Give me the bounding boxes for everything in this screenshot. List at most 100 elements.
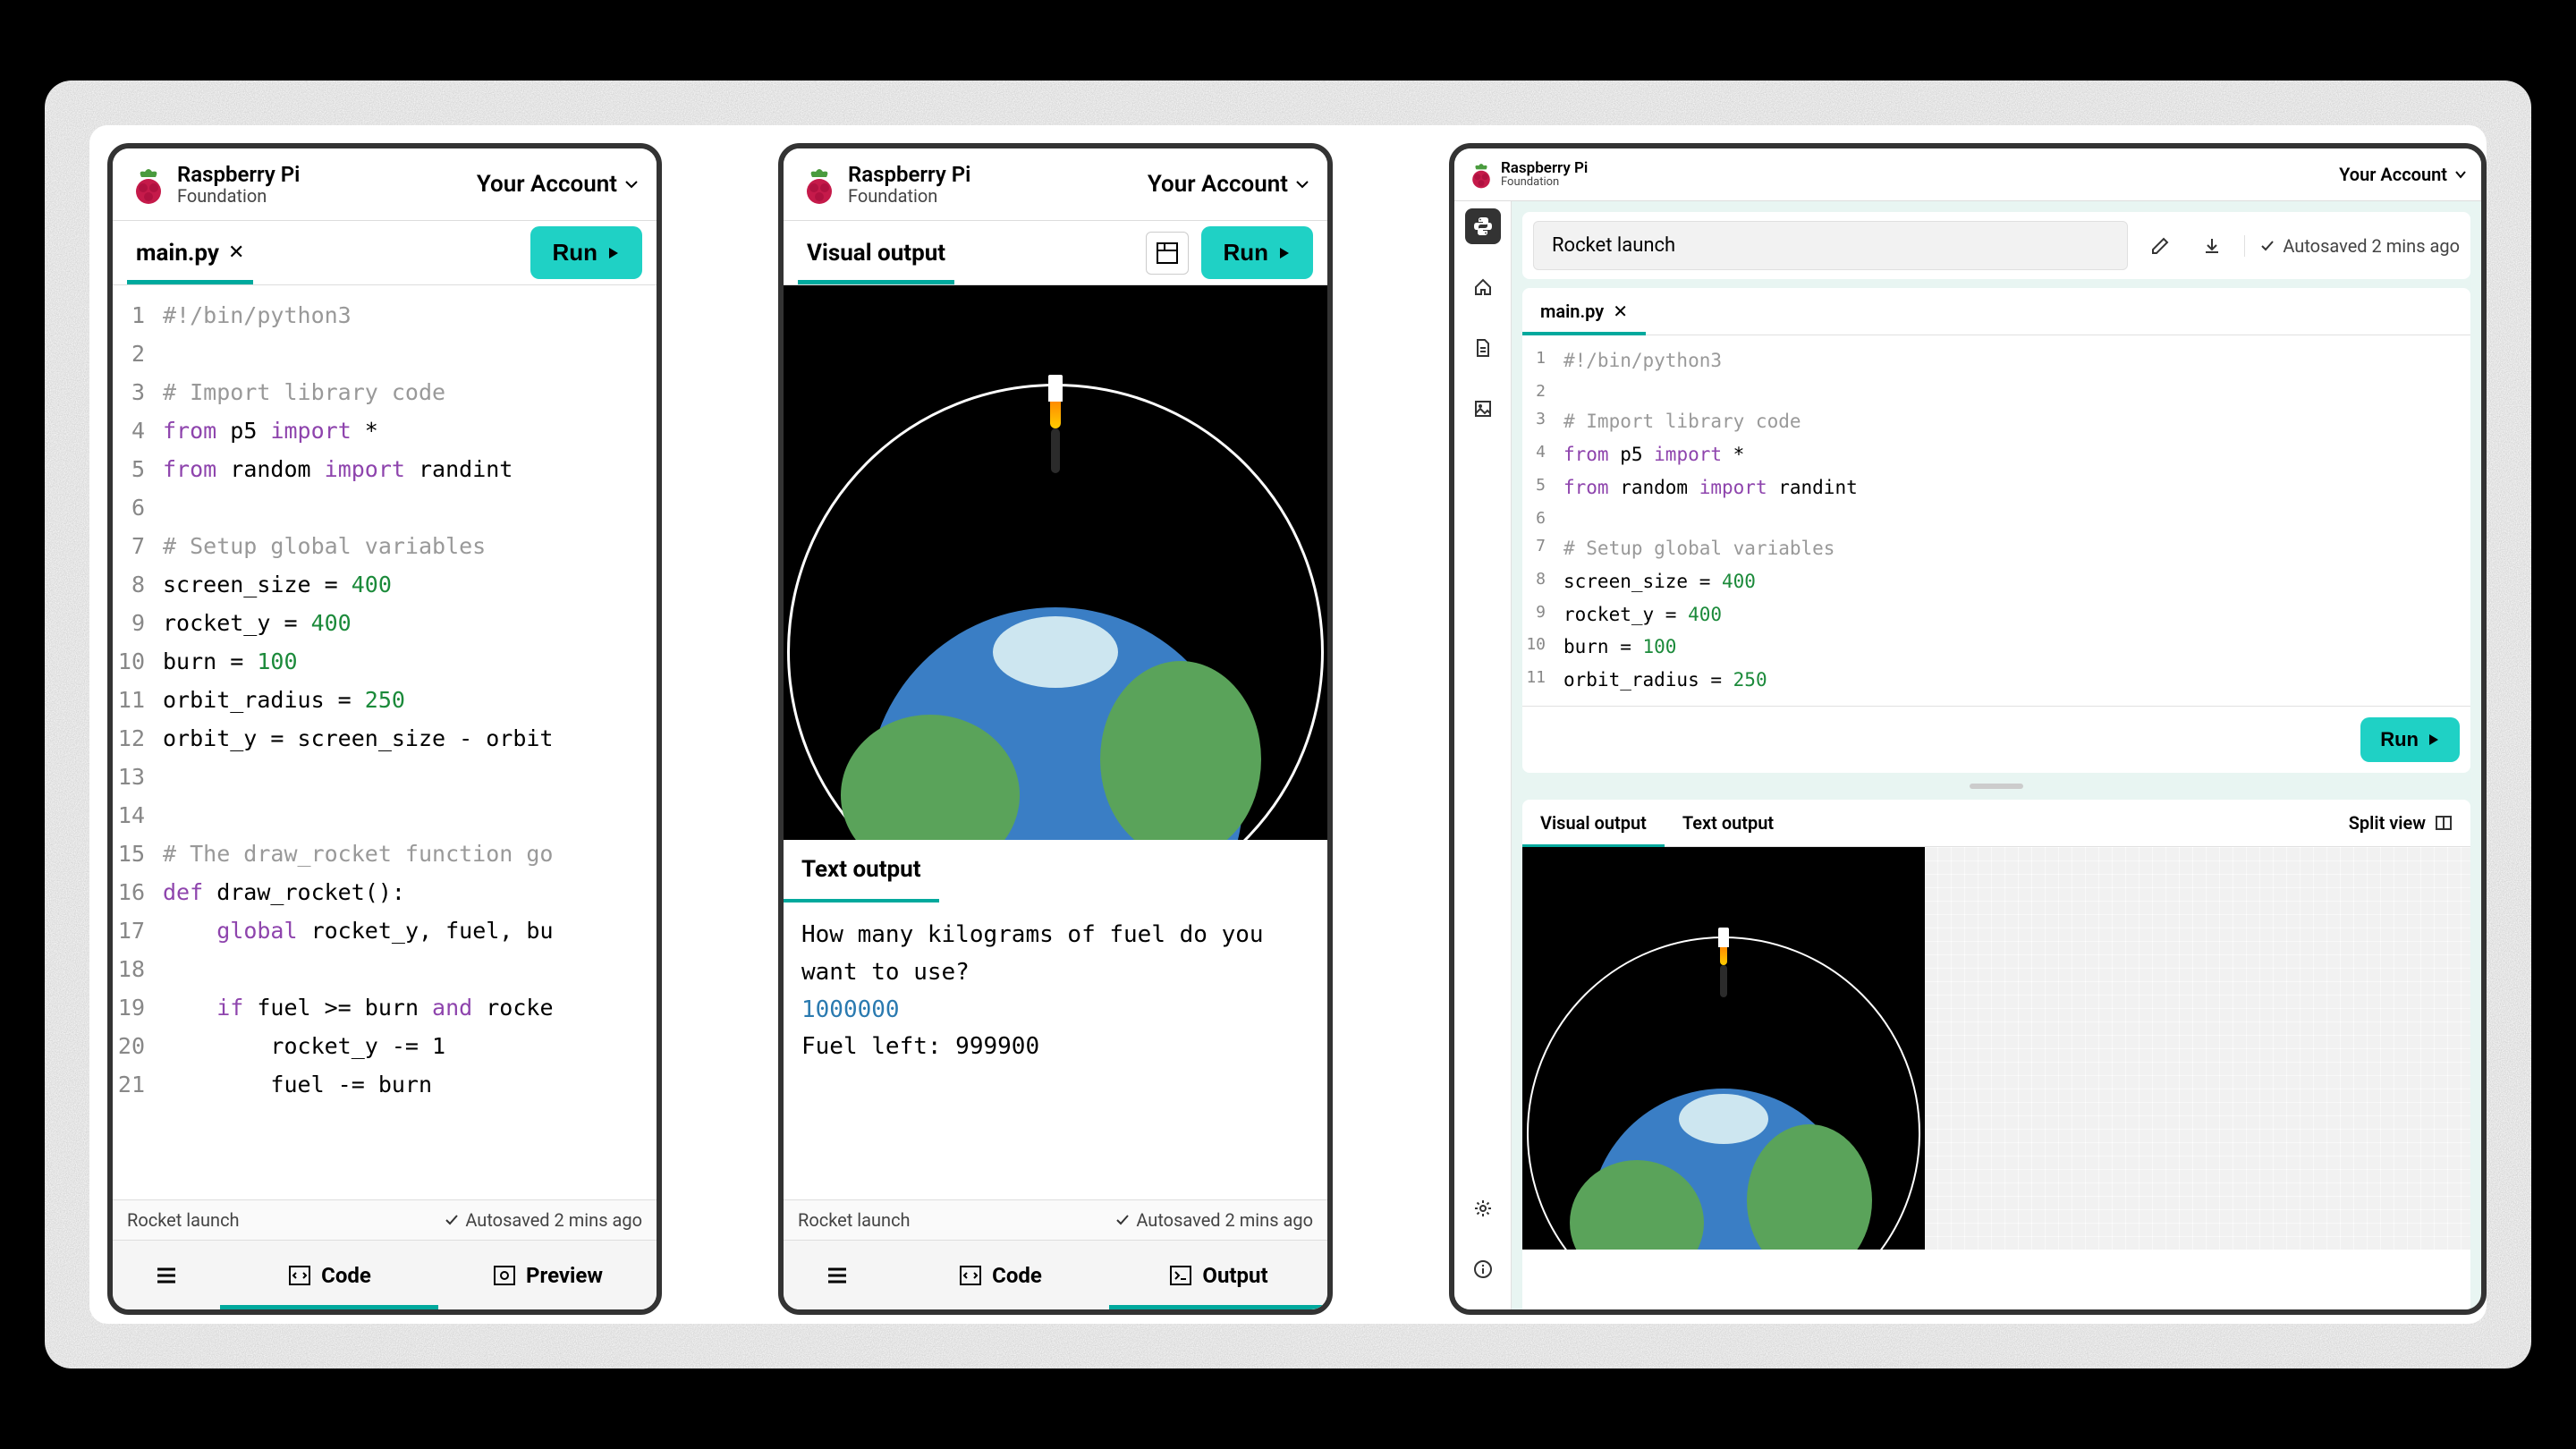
sidebar-images-button[interactable] (1465, 391, 1501, 427)
tab-preview[interactable]: Preview (438, 1241, 657, 1309)
code-line: 5from random import randint (1522, 471, 2470, 504)
output-card: Visual output Text output Split view (1522, 800, 2470, 1315)
tab-text-output[interactable]: Text output (784, 840, 939, 902)
console-line: 1000000 (801, 992, 1309, 1030)
rename-button[interactable] (2140, 226, 2180, 266)
tablet-frame: Raspberry Pi Foundation Your Account (1449, 143, 2487, 1315)
code-line: 7# Setup global variables (1522, 532, 2470, 565)
code-line: 7# Setup global variables (113, 527, 657, 565)
tab-text-output[interactable]: Text output (1665, 800, 1792, 846)
run-button[interactable]: Run (2360, 717, 2460, 762)
python-icon (1472, 216, 1494, 237)
rocket-sprite (1048, 375, 1063, 473)
code-line: 8screen_size = 400 (1522, 565, 2470, 598)
play-icon (1277, 246, 1292, 260)
play-icon (606, 246, 621, 260)
download-button[interactable] (2192, 226, 2232, 266)
menu-button[interactable] (784, 1241, 891, 1309)
code-line: 11orbit_radius = 250 (1522, 664, 2470, 697)
resize-handle[interactable] (1970, 784, 2023, 789)
editor-tab-bar: main.py ✕ Run (113, 221, 657, 285)
run-button[interactable]: Run (1201, 226, 1313, 279)
code-line: 8screen_size = 400 (113, 565, 657, 604)
close-icon[interactable]: ✕ (228, 242, 244, 264)
check-icon (1114, 1212, 1131, 1228)
console-line: Fuel left: 999900 (801, 1029, 1309, 1066)
close-icon[interactable]: ✕ (1613, 301, 1628, 322)
app-header: Raspberry Pi Foundation Your Account (113, 148, 657, 221)
code-line: 9rocket_y = 400 (1522, 598, 2470, 631)
account-dropdown[interactable]: Your Account (2339, 164, 2467, 185)
file-tab-main[interactable]: main.py ✕ (1522, 288, 1646, 335)
tab-visual-output[interactable]: Visual output (798, 222, 954, 284)
chevron-down-icon (2454, 168, 2467, 181)
sidebar-expand-button[interactable] (1465, 1312, 1501, 1315)
image-icon (1473, 399, 1493, 419)
console-line: How many kilograms of fuel do you want t… (801, 917, 1309, 991)
gear-icon (1473, 1199, 1493, 1218)
tab-output[interactable]: Output (1109, 1241, 1327, 1309)
preview-icon (492, 1263, 517, 1288)
file-icon (1473, 338, 1493, 358)
code-line: 5from random import randint (113, 450, 657, 488)
sidebar-settings-button[interactable] (1465, 1191, 1501, 1226)
sidebar-python-button[interactable] (1465, 208, 1501, 244)
code-line: 10burn = 100 (113, 642, 657, 681)
console-output: How many kilograms of fuel do you want t… (784, 902, 1327, 1080)
menu-button[interactable] (113, 1241, 220, 1309)
code-editor[interactable]: 1#!/bin/python323# Import library code4f… (1522, 335, 2470, 706)
code-line: 17 global rocket_y, fuel, bu (113, 911, 657, 950)
code-line: 1#!/bin/python3 (113, 296, 657, 335)
sidebar-home-button[interactable] (1465, 269, 1501, 305)
app-header: Raspberry Pi Foundation Your Account (784, 148, 1327, 221)
sidebar (1454, 201, 1512, 1315)
text-output-pane (1925, 847, 2470, 1250)
text-output-panel: Text output How many kilograms of fuel d… (784, 840, 1327, 1080)
bottom-tab-bar: Code Output (784, 1240, 1327, 1309)
sidebar-files-button[interactable] (1465, 330, 1501, 366)
code-line: 21 fuel -= burn (113, 1065, 657, 1104)
code-line: 15# The draw_rocket function go (113, 835, 657, 873)
editor-card: main.py ✕ 1#!/bin/python323# Import libr… (1522, 288, 2470, 773)
visual-output-canvas (784, 285, 1327, 840)
mobile-code-frame: Raspberry Pi Foundation Your Account mai… (107, 143, 662, 1315)
code-line: 6 (1522, 504, 2470, 533)
raspberry-pi-logo-icon (1469, 159, 1494, 190)
bottom-tab-bar: Code Preview (113, 1240, 657, 1309)
code-line: 20 rocket_y -= 1 (113, 1027, 657, 1065)
tab-code[interactable]: Code (891, 1241, 1109, 1309)
check-icon (2259, 238, 2275, 254)
status-bar: Rocket launch Autosaved 2 mins ago (113, 1199, 657, 1240)
code-line: 3# Import library code (1522, 405, 2470, 438)
chevron-down-icon (624, 177, 639, 191)
layout-icon (1156, 242, 1179, 265)
code-line: 14 (113, 796, 657, 835)
fullscreen-button[interactable] (1146, 232, 1189, 275)
code-line: 6 (113, 488, 657, 527)
check-icon (444, 1212, 460, 1228)
code-line: 16def draw_rocket(): (113, 873, 657, 911)
code-icon (287, 1263, 312, 1288)
autosave-status: Autosaved 2 mins ago (444, 1209, 642, 1231)
play-icon (2428, 733, 2440, 746)
split-view-toggle[interactable]: Split view (2331, 800, 2470, 846)
code-icon (958, 1263, 983, 1288)
brand-title: Raspberry Pi (177, 163, 300, 186)
pencil-icon (2150, 236, 2170, 256)
file-tab-main[interactable]: main.py ✕ (127, 222, 253, 284)
run-button[interactable]: Run (530, 226, 642, 279)
account-dropdown[interactable]: Your Account (477, 171, 639, 198)
download-icon (2202, 236, 2222, 256)
code-line: 4from p5 import * (1522, 438, 2470, 471)
code-line: 11orbit_radius = 250 (113, 681, 657, 719)
sidebar-info-button[interactable] (1465, 1251, 1501, 1287)
account-dropdown[interactable]: Your Account (1148, 171, 1309, 198)
visual-output-canvas (1522, 847, 1925, 1250)
code-editor[interactable]: 1#!/bin/python323# Import library code4f… (113, 285, 657, 1114)
tab-visual-output[interactable]: Visual output (1522, 800, 1665, 846)
code-line: 12orbit_y = screen_size - orbit (113, 719, 657, 758)
code-line: 2 (1522, 377, 2470, 406)
tab-code[interactable]: Code (220, 1241, 438, 1309)
project-toolbar: Rocket launch Autosaved 2 mins ago (1522, 212, 2470, 279)
project-name-input[interactable]: Rocket launch (1533, 221, 2128, 270)
